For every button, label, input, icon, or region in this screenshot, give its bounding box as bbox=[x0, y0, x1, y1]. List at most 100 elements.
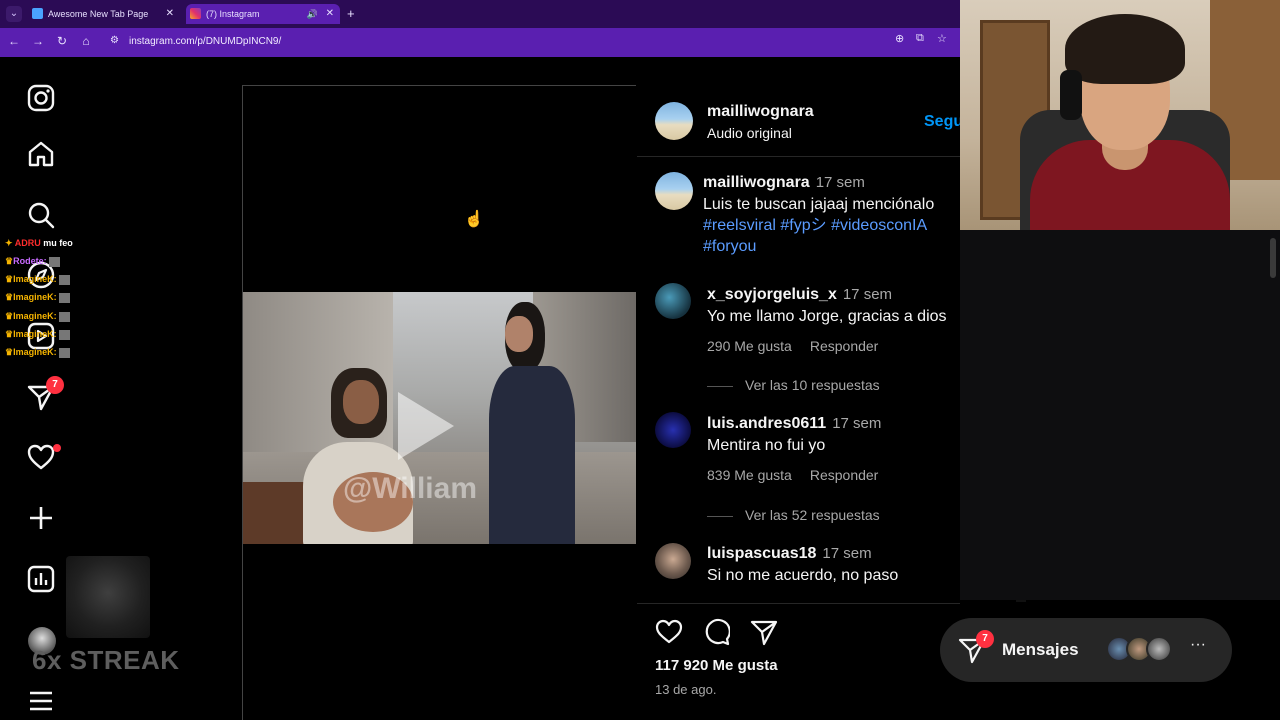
notification-dot bbox=[53, 444, 61, 452]
caption-username[interactable]: mailliwognara bbox=[703, 174, 810, 191]
forward-icon[interactable]: → bbox=[30, 34, 46, 48]
search-icon[interactable] bbox=[26, 200, 56, 230]
follow-button[interactable]: Segu bbox=[924, 113, 963, 131]
more-dots-icon[interactable]: ··· bbox=[1190, 636, 1206, 654]
tab-new-tab-page[interactable]: Awesome New Tab Page ✕ bbox=[28, 4, 180, 24]
reload-icon[interactable]: ↻ bbox=[54, 34, 70, 48]
chat-user: Rodete: bbox=[13, 256, 47, 266]
close-tab-icon[interactable]: ✕ bbox=[326, 4, 334, 24]
dashboard-chart-icon[interactable] bbox=[26, 564, 56, 594]
hashtag[interactable]: #videosconIA bbox=[831, 217, 927, 234]
tab-label: Awesome New Tab Page bbox=[48, 9, 149, 19]
emote-icon bbox=[58, 329, 70, 340]
crown-icon: ♛ bbox=[5, 329, 14, 339]
home-icon[interactable]: ⌂ bbox=[78, 34, 94, 48]
comment-header: luis.andres0611 17 sem bbox=[707, 415, 881, 433]
chat-user: ImagineK: bbox=[13, 311, 57, 321]
replies-line bbox=[707, 515, 733, 517]
audio-label[interactable]: Audio original bbox=[707, 125, 792, 141]
view-replies-label[interactable]: Ver las 52 respuestas bbox=[745, 507, 880, 523]
emote-icon bbox=[58, 347, 70, 358]
view-replies-label[interactable]: Ver las 10 respuestas bbox=[745, 377, 880, 393]
emote-icon bbox=[58, 311, 70, 322]
audio-playing-icon[interactable]: 🔊 bbox=[307, 4, 318, 24]
chat-message: ♛ImagineK: bbox=[5, 274, 70, 285]
reel-video[interactable]: @William bbox=[243, 292, 636, 544]
view-replies[interactable]: Ver las 52 respuestas bbox=[707, 507, 880, 523]
crown-icon: ♛ bbox=[5, 347, 14, 357]
gorilla-overlay-image bbox=[66, 556, 150, 638]
comment-username[interactable]: luis.andres0611 bbox=[707, 415, 826, 432]
badge-icon: ✦ bbox=[5, 238, 13, 248]
streak-overlay-text: 6x STREAK bbox=[32, 645, 180, 675]
create-plus-icon[interactable] bbox=[26, 503, 56, 533]
emote-icon bbox=[58, 274, 70, 285]
headset-icon bbox=[1060, 70, 1082, 120]
comment-avatar[interactable] bbox=[655, 412, 691, 448]
instagram-logo-icon[interactable] bbox=[26, 83, 56, 113]
hashtag[interactable]: #reelsviral bbox=[703, 217, 776, 234]
browser-tab-bar: ⌄ Awesome New Tab Page ✕ (7) Instagram 🔊… bbox=[0, 0, 960, 28]
stream-chat bbox=[960, 230, 1280, 600]
reply-button[interactable]: Responder bbox=[810, 467, 879, 483]
view-replies[interactable]: Ver las 10 respuestas bbox=[707, 377, 880, 393]
like-heart-icon[interactable] bbox=[655, 618, 683, 646]
reply-button[interactable]: Responder bbox=[810, 338, 879, 354]
author-avatar[interactable] bbox=[655, 102, 693, 140]
chat-message: ♛ImagineK: bbox=[5, 311, 70, 322]
comment-time: 17 sem bbox=[842, 286, 893, 303]
chat-message: ♛ImagineK: bbox=[5, 292, 70, 303]
site-info-icon[interactable]: ⚙ bbox=[110, 35, 119, 46]
hashtag[interactable]: #fypシ bbox=[780, 217, 826, 234]
close-tab-icon[interactable]: ✕ bbox=[166, 4, 174, 24]
comment-username[interactable]: x_soyjorgeluis_x bbox=[707, 286, 837, 303]
author-username[interactable]: mailliwognara bbox=[707, 103, 814, 121]
caption-header: mailliwognara 17 sem bbox=[703, 174, 865, 192]
play-icon[interactable] bbox=[398, 392, 454, 460]
tab-instagram[interactable]: (7) Instagram 🔊 ✕ bbox=[186, 4, 340, 24]
comment-time: 17 sem bbox=[822, 545, 872, 562]
cam-hair bbox=[1065, 14, 1185, 84]
chat-message: ✦ ADRU mu feo bbox=[5, 238, 73, 249]
chat-message: ♛ImagineK: bbox=[5, 329, 70, 340]
comment-likes[interactable]: 290 Me gusta bbox=[707, 338, 792, 354]
comment-likes[interactable]: 839 Me gusta bbox=[707, 467, 792, 483]
comment-text: Mentira no fui yo bbox=[707, 437, 826, 454]
more-menu-icon[interactable] bbox=[26, 686, 56, 716]
messages-label: Mensajes bbox=[1002, 640, 1079, 659]
comment-bubble-icon[interactable] bbox=[702, 618, 732, 646]
url-text[interactable]: instagram.com/p/DNUMDpINCN9/ bbox=[129, 36, 281, 47]
caption-avatar[interactable] bbox=[655, 172, 693, 210]
comment-text: Yo me llamo Jorge, gracias a dios bbox=[707, 308, 947, 325]
address-bar[interactable]: ⚙ instagram.com/p/DNUMDpINCN9/ bbox=[104, 32, 960, 53]
chat-text: mu feo bbox=[43, 238, 73, 248]
caption-text: Luis te buscan jajaaj menciónalo #reelsv… bbox=[703, 194, 953, 257]
heart-notifications-icon[interactable] bbox=[26, 442, 56, 472]
comment-avatar[interactable] bbox=[655, 283, 691, 319]
tab-search-icon[interactable]: ⌄ bbox=[6, 6, 22, 22]
home-nav-icon[interactable] bbox=[26, 139, 56, 169]
chat-user: ImagineK: bbox=[13, 274, 57, 284]
messages-pill[interactable]: 7 Mensajes ··· bbox=[940, 618, 1232, 682]
hashtag[interactable]: #foryou bbox=[703, 238, 756, 255]
total-likes[interactable]: 117 920 Me gusta bbox=[655, 657, 778, 674]
chat-user: ImagineK: bbox=[13, 292, 57, 302]
messages-badge: 7 bbox=[976, 630, 994, 648]
zoom-icon[interactable]: ⊕ bbox=[895, 32, 904, 45]
video-watermark: @William bbox=[343, 472, 478, 505]
new-tab-button[interactable]: + bbox=[347, 4, 355, 24]
back-icon[interactable]: ← bbox=[6, 34, 22, 48]
bookmark-star-icon[interactable]: ☆ bbox=[937, 32, 947, 45]
share-send-icon[interactable] bbox=[750, 618, 778, 646]
caption-time: 17 sem bbox=[815, 174, 865, 191]
chat-scrollbar[interactable] bbox=[1270, 238, 1276, 278]
webcam-overlay bbox=[960, 0, 1280, 230]
chat-user: ImagineK: bbox=[13, 329, 57, 339]
comment-text: Si no me acuerdo, no paso bbox=[707, 567, 899, 584]
chat-message: ♛Rodete: bbox=[5, 256, 60, 267]
comment-avatar[interactable] bbox=[655, 543, 691, 579]
chat-user: ImagineK: bbox=[13, 347, 57, 357]
install-app-icon[interactable]: ⧉ bbox=[916, 32, 924, 45]
comment-username[interactable]: luispascuas18 bbox=[707, 545, 816, 562]
mouse-cursor-icon: ☝ bbox=[464, 211, 484, 228]
